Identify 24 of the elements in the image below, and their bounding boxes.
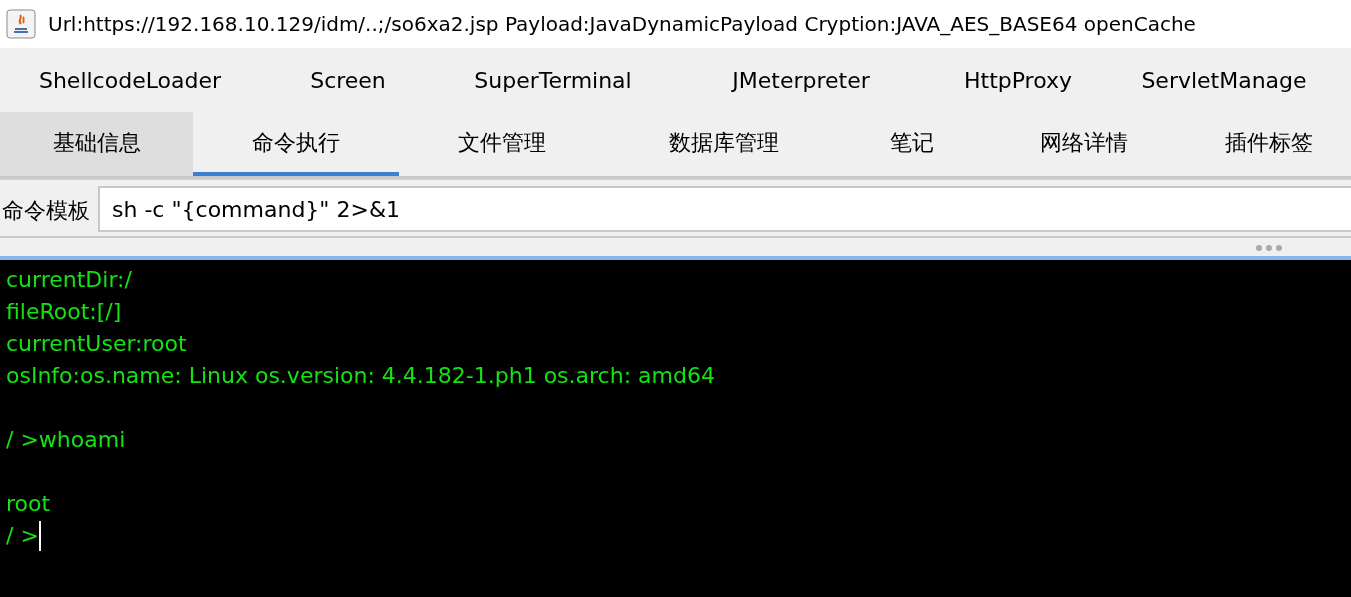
terminal-line: root [6, 490, 51, 518]
plugin-tab[interactable]: JMeterpreter [670, 48, 932, 112]
plugin-tab[interactable]: HttpProxy [932, 48, 1104, 112]
tab[interactable]: 文件管理 [399, 112, 605, 176]
command-template-field[interactable]: sh -c "{command}" 2>&1 [98, 186, 1351, 232]
terminal-line: / > [6, 522, 39, 550]
tab[interactable]: 基础信息 [0, 112, 193, 176]
terminal-line: fileRoot:[/] [6, 298, 122, 326]
tab[interactable]: 插件标签 [1187, 112, 1351, 176]
tab[interactable]: 笔记 [843, 112, 981, 176]
plugin-tab[interactable]: ShellcodeLoader [0, 48, 260, 112]
window-title: Url:https://192.168.10.129/idm/..;/so6xa2.jsp Payload:JavaDynamicPayload Cryption:JAVA_AES_BASE64 openCache [48, 11, 1196, 38]
terminal-line: / >whoami [6, 426, 126, 454]
tab[interactable]: 网络详情 [981, 112, 1187, 176]
tab[interactable]: 数据库管理 [605, 112, 843, 176]
field-label: 命令模板 [1, 197, 91, 225]
plugin-tab[interactable]: Screen [260, 48, 436, 112]
plugin-tab[interactable]: SuperTerminal [436, 48, 670, 112]
terminal-line: currentUser:root [6, 330, 187, 358]
splitter-handle-icon[interactable] [1255, 244, 1283, 252]
terminal-line: currentDir:/ [6, 266, 132, 294]
app-icon [6, 9, 36, 39]
plugin-tab[interactable]: ServletManage [1104, 48, 1344, 112]
terminal-line: osInfo:os.name: Linux os.version: 4.4.182-1.ph1 os.arch: amd64 [6, 362, 715, 390]
